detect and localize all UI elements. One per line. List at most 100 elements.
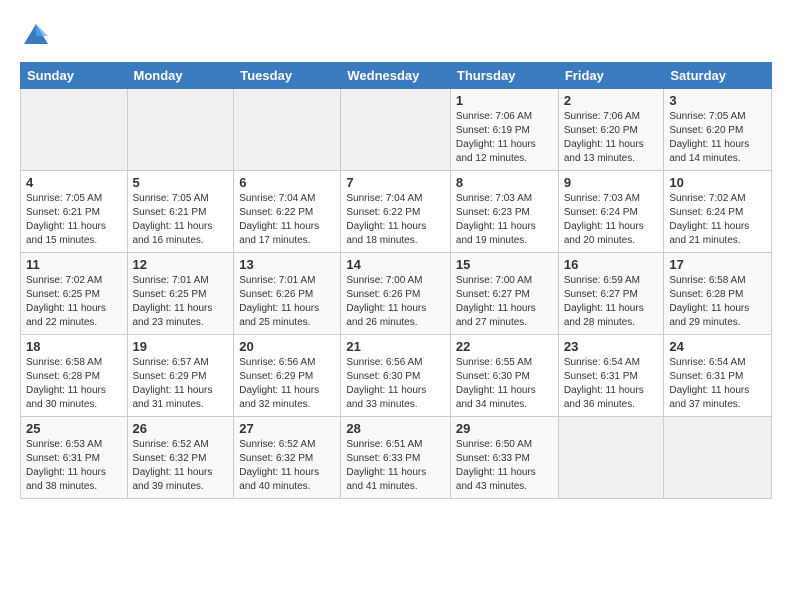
day-number: 16 — [564, 257, 659, 272]
day-number: 17 — [669, 257, 766, 272]
day-number: 14 — [346, 257, 445, 272]
calendar-cell: 8Sunrise: 7:03 AM Sunset: 6:23 PM Daylig… — [450, 171, 558, 253]
day-number: 27 — [239, 421, 335, 436]
calendar-body: 1 Sunrise: 7:06 AM Sunset: 6:19 PM Daylig… — [21, 89, 772, 499]
day-info: Sunrise: 7:00 AM Sunset: 6:26 PM Dayligh… — [346, 274, 445, 330]
calendar-cell: 19 Sunrise: 6:57 AM Sunset: 6:29 PM Dayli… — [127, 335, 234, 417]
day-info: Sunrise: 7:05 AM Sunset: 6:21 PM Dayligh… — [133, 192, 229, 248]
day-info: Sunrise: 7:05 AM Sunset: 6:21 PM Dayligh… — [26, 192, 122, 248]
day-info: Sunrise: 7:04 AM Sunset: 6:22 PM Dayligh… — [346, 192, 445, 248]
page: SundayMondayTuesdayWednesdayThursdayFrid… — [0, 0, 792, 612]
day-number: 4 — [26, 175, 122, 190]
day-number: 23 — [564, 339, 659, 354]
day-number: 3 — [669, 93, 766, 108]
calendar-cell: 21 Sunrise: 6:56 AM Sunset: 6:30 PM Dayli… — [341, 335, 451, 417]
day-number: 25 — [26, 421, 122, 436]
day-number: 8 — [456, 175, 553, 190]
day-number: 6 — [239, 175, 335, 190]
calendar-header: SundayMondayTuesdayWednesdayThursdayFrid… — [21, 63, 772, 89]
calendar-cell: 24 Sunrise: 6:54 AM Sunset: 6:31 PM Dayli… — [664, 335, 772, 417]
day-number: 24 — [669, 339, 766, 354]
calendar-cell: 18 Sunrise: 6:58 AM Sunset: 6:28 PM Dayli… — [21, 335, 128, 417]
day-info: Sunrise: 6:59 AM Sunset: 6:27 PM Dayligh… — [564, 274, 659, 330]
day-number: 11 — [26, 257, 122, 272]
week-row-4: 18 Sunrise: 6:58 AM Sunset: 6:28 PM Dayli… — [21, 335, 772, 417]
day-info: Sunrise: 7:05 AM Sunset: 6:20 PM Dayligh… — [669, 110, 766, 166]
day-number: 10 — [669, 175, 766, 190]
day-info: Sunrise: 6:56 AM Sunset: 6:29 PM Dayligh… — [239, 356, 335, 412]
day-number: 2 — [564, 93, 659, 108]
calendar-cell: 15 Sunrise: 7:00 AM Sunset: 6:27 PM Dayli… — [450, 253, 558, 335]
day-number: 22 — [456, 339, 553, 354]
week-row-3: 11 Sunrise: 7:02 AM Sunset: 6:25 PM Dayli… — [21, 253, 772, 335]
calendar-cell — [127, 89, 234, 171]
day-number: 5 — [133, 175, 229, 190]
day-info: Sunrise: 7:01 AM Sunset: 6:25 PM Dayligh… — [133, 274, 229, 330]
day-info: Sunrise: 7:06 AM Sunset: 6:20 PM Dayligh… — [564, 110, 659, 166]
day-number: 12 — [133, 257, 229, 272]
calendar-cell: 13Sunrise: 7:01 AM Sunset: 6:26 PM Dayli… — [234, 253, 341, 335]
day-header-wednesday: Wednesday — [341, 63, 451, 89]
day-header-tuesday: Tuesday — [234, 63, 341, 89]
day-info: Sunrise: 6:51 AM Sunset: 6:33 PM Dayligh… — [346, 438, 445, 494]
day-number: 9 — [564, 175, 659, 190]
day-info: Sunrise: 7:02 AM Sunset: 6:25 PM Dayligh… — [26, 274, 122, 330]
day-number: 19 — [133, 339, 229, 354]
calendar-cell: 7 Sunrise: 7:04 AM Sunset: 6:22 PM Daylig… — [341, 171, 451, 253]
calendar-cell: 5 Sunrise: 7:05 AM Sunset: 6:21 PM Daylig… — [127, 171, 234, 253]
day-info: Sunrise: 7:03 AM Sunset: 6:24 PM Dayligh… — [564, 192, 659, 248]
day-info: Sunrise: 7:01 AM Sunset: 6:26 PM Dayligh… — [239, 274, 335, 330]
day-info: Sunrise: 6:52 AM Sunset: 6:32 PM Dayligh… — [239, 438, 335, 494]
calendar-cell — [21, 89, 128, 171]
calendar-cell: 16 Sunrise: 6:59 AM Sunset: 6:27 PM Dayli… — [558, 253, 664, 335]
calendar-cell: 10 Sunrise: 7:02 AM Sunset: 6:24 PM Dayli… — [664, 171, 772, 253]
calendar-cell: 27 Sunrise: 6:52 AM Sunset: 6:32 PM Dayli… — [234, 417, 341, 499]
calendar-cell: 3 Sunrise: 7:05 AM Sunset: 6:20 PM Daylig… — [664, 89, 772, 171]
day-number: 28 — [346, 421, 445, 436]
calendar-cell: 9 Sunrise: 7:03 AM Sunset: 6:24 PM Daylig… — [558, 171, 664, 253]
calendar-table: SundayMondayTuesdayWednesdayThursdayFrid… — [20, 62, 772, 499]
day-number: 29 — [456, 421, 553, 436]
day-info: Sunrise: 7:06 AM Sunset: 6:19 PM Dayligh… — [456, 110, 553, 166]
day-header-thursday: Thursday — [450, 63, 558, 89]
calendar-cell: 6 Sunrise: 7:04 AM Sunset: 6:22 PM Daylig… — [234, 171, 341, 253]
day-info: Sunrise: 6:50 AM Sunset: 6:33 PM Dayligh… — [456, 438, 553, 494]
calendar-cell: 29 Sunrise: 6:50 AM Sunset: 6:33 PM Dayli… — [450, 417, 558, 499]
day-number: 21 — [346, 339, 445, 354]
day-info: Sunrise: 7:00 AM Sunset: 6:27 PM Dayligh… — [456, 274, 553, 330]
day-info: Sunrise: 6:54 AM Sunset: 6:31 PM Dayligh… — [564, 356, 659, 412]
calendar-cell: 11 Sunrise: 7:02 AM Sunset: 6:25 PM Dayli… — [21, 253, 128, 335]
logo-icon — [20, 20, 52, 52]
calendar-cell: 25Sunrise: 6:53 AM Sunset: 6:31 PM Dayli… — [21, 417, 128, 499]
day-number: 18 — [26, 339, 122, 354]
day-number: 15 — [456, 257, 553, 272]
calendar-cell — [234, 89, 341, 171]
calendar-cell — [341, 89, 451, 171]
day-info: Sunrise: 6:58 AM Sunset: 6:28 PM Dayligh… — [26, 356, 122, 412]
calendar-cell: 23 Sunrise: 6:54 AM Sunset: 6:31 PM Dayli… — [558, 335, 664, 417]
day-info: Sunrise: 6:56 AM Sunset: 6:30 PM Dayligh… — [346, 356, 445, 412]
day-number: 26 — [133, 421, 229, 436]
day-info: Sunrise: 7:04 AM Sunset: 6:22 PM Dayligh… — [239, 192, 335, 248]
day-header-friday: Friday — [558, 63, 664, 89]
day-info: Sunrise: 6:57 AM Sunset: 6:29 PM Dayligh… — [133, 356, 229, 412]
calendar-cell — [558, 417, 664, 499]
day-info: Sunrise: 7:02 AM Sunset: 6:24 PM Dayligh… — [669, 192, 766, 248]
day-header-saturday: Saturday — [664, 63, 772, 89]
day-info: Sunrise: 6:54 AM Sunset: 6:31 PM Dayligh… — [669, 356, 766, 412]
header — [20, 20, 772, 52]
day-info: Sunrise: 6:55 AM Sunset: 6:30 PM Dayligh… — [456, 356, 553, 412]
calendar-cell: 28 Sunrise: 6:51 AM Sunset: 6:33 PM Dayli… — [341, 417, 451, 499]
day-number: 7 — [346, 175, 445, 190]
logo — [20, 20, 56, 52]
calendar-cell — [664, 417, 772, 499]
day-info: Sunrise: 6:58 AM Sunset: 6:28 PM Dayligh… — [669, 274, 766, 330]
week-row-1: 1 Sunrise: 7:06 AM Sunset: 6:19 PM Daylig… — [21, 89, 772, 171]
calendar-cell: 26 Sunrise: 6:52 AM Sunset: 6:32 PM Dayli… — [127, 417, 234, 499]
day-info: Sunrise: 6:52 AM Sunset: 6:32 PM Dayligh… — [133, 438, 229, 494]
calendar-cell: 14 Sunrise: 7:00 AM Sunset: 6:26 PM Dayli… — [341, 253, 451, 335]
calendar-cell: 1 Sunrise: 7:06 AM Sunset: 6:19 PM Daylig… — [450, 89, 558, 171]
day-number: 1 — [456, 93, 553, 108]
week-row-2: 4 Sunrise: 7:05 AM Sunset: 6:21 PM Daylig… — [21, 171, 772, 253]
header-row: SundayMondayTuesdayWednesdayThursdayFrid… — [21, 63, 772, 89]
